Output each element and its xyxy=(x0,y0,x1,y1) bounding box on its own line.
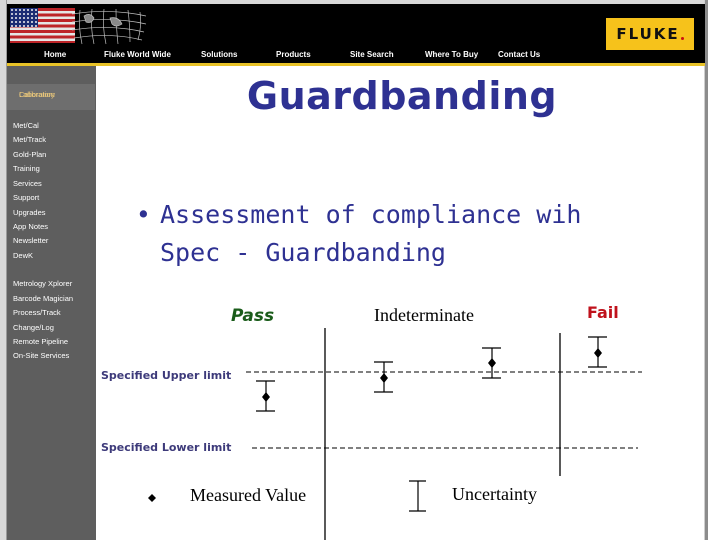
sidebar-item-change-log[interactable]: Change/Log xyxy=(13,323,54,332)
measurement-indeterminate-2 xyxy=(482,347,501,379)
top-nav: Home Fluke World Wide Solutions Products… xyxy=(0,50,720,62)
lower-limit-label: Specified Lower limit xyxy=(101,441,232,454)
measurement-pass xyxy=(256,380,275,412)
world-globe-icon xyxy=(71,8,147,45)
upper-limit-label: Specified Upper limit xyxy=(101,369,232,382)
nav-home[interactable]: Home xyxy=(44,50,66,59)
nav-contact-us[interactable]: Contact Us xyxy=(498,50,540,59)
sidebar-item-laboratory-calibration[interactable]: Laboratory Calibration xyxy=(7,84,95,110)
measurement-indeterminate-1 xyxy=(374,361,393,393)
zone-label-pass: Pass xyxy=(231,306,275,326)
sidebar-item-barcode-magician[interactable]: Barcode Magician xyxy=(13,294,73,303)
sidebar-item-app-notes[interactable]: App Notes xyxy=(13,222,48,231)
fluke-logo[interactable]: FLUKE xyxy=(606,18,694,50)
nav-where-to-buy[interactable]: Where To Buy xyxy=(425,50,478,59)
fluke-logo-text: FLUKE xyxy=(616,25,680,43)
sidebar-item-upgrades[interactable]: Upgrades xyxy=(13,208,46,217)
sidebar-item-metcal[interactable]: Met/Cal xyxy=(13,121,39,130)
legend-uncertainty-icon xyxy=(409,480,426,512)
zone-label-fail: Fail xyxy=(587,303,619,322)
scrollbar-right[interactable] xyxy=(704,0,720,540)
sidebar-item-services[interactable]: Services xyxy=(13,179,42,188)
us-flag-icon xyxy=(10,8,75,43)
legend-diamond-icon xyxy=(148,494,156,502)
slide-title: Guardbanding xyxy=(246,74,558,118)
sidebar-active-line2: Calibration xyxy=(19,90,55,99)
sidebar-item-support[interactable]: Support xyxy=(13,193,39,202)
nav-solutions[interactable]: Solutions xyxy=(201,50,237,59)
bullet-line-1: Assessment of compliance wih xyxy=(160,200,582,229)
sidebar-item-gold-plan[interactable]: Gold-Plan xyxy=(13,150,46,159)
nav-products[interactable]: Products xyxy=(276,50,311,59)
sidebar-item-metrology-xplorer[interactable]: Metrology Xplorer xyxy=(13,279,72,288)
legend-measured-value: Measured Value xyxy=(190,485,307,505)
zone-label-indeterminate: Indeterminate xyxy=(374,305,474,325)
bullet-icon: • xyxy=(136,200,151,229)
sidebar-item-training[interactable]: Training xyxy=(13,164,40,173)
bullet-line-2: Spec - Guardbanding xyxy=(160,238,446,267)
legend-uncertainty: Uncertainty xyxy=(452,484,537,504)
sidebar-item-dewk[interactable]: DewK xyxy=(13,251,33,260)
measurement-fail xyxy=(588,336,607,368)
sidebar-item-remote-pipeline[interactable]: Remote Pipeline xyxy=(13,337,68,346)
sidebar: Laboratory Calibration Met/Cal Met/Track … xyxy=(7,66,96,540)
nav-fluke-world-wide[interactable]: Fluke World Wide xyxy=(104,50,171,59)
window-left-border xyxy=(0,0,7,540)
sidebar-item-on-site-services[interactable]: On-Site Services xyxy=(13,351,69,360)
nav-site-search[interactable]: Site Search xyxy=(350,50,394,59)
header-divider xyxy=(7,63,705,66)
sidebar-item-newsletter[interactable]: Newsletter xyxy=(13,236,48,245)
sidebar-item-process-track[interactable]: Process/Track xyxy=(13,308,61,317)
logo-dot-icon xyxy=(680,36,684,40)
sidebar-item-mettrack[interactable]: Met/Track xyxy=(13,135,46,144)
